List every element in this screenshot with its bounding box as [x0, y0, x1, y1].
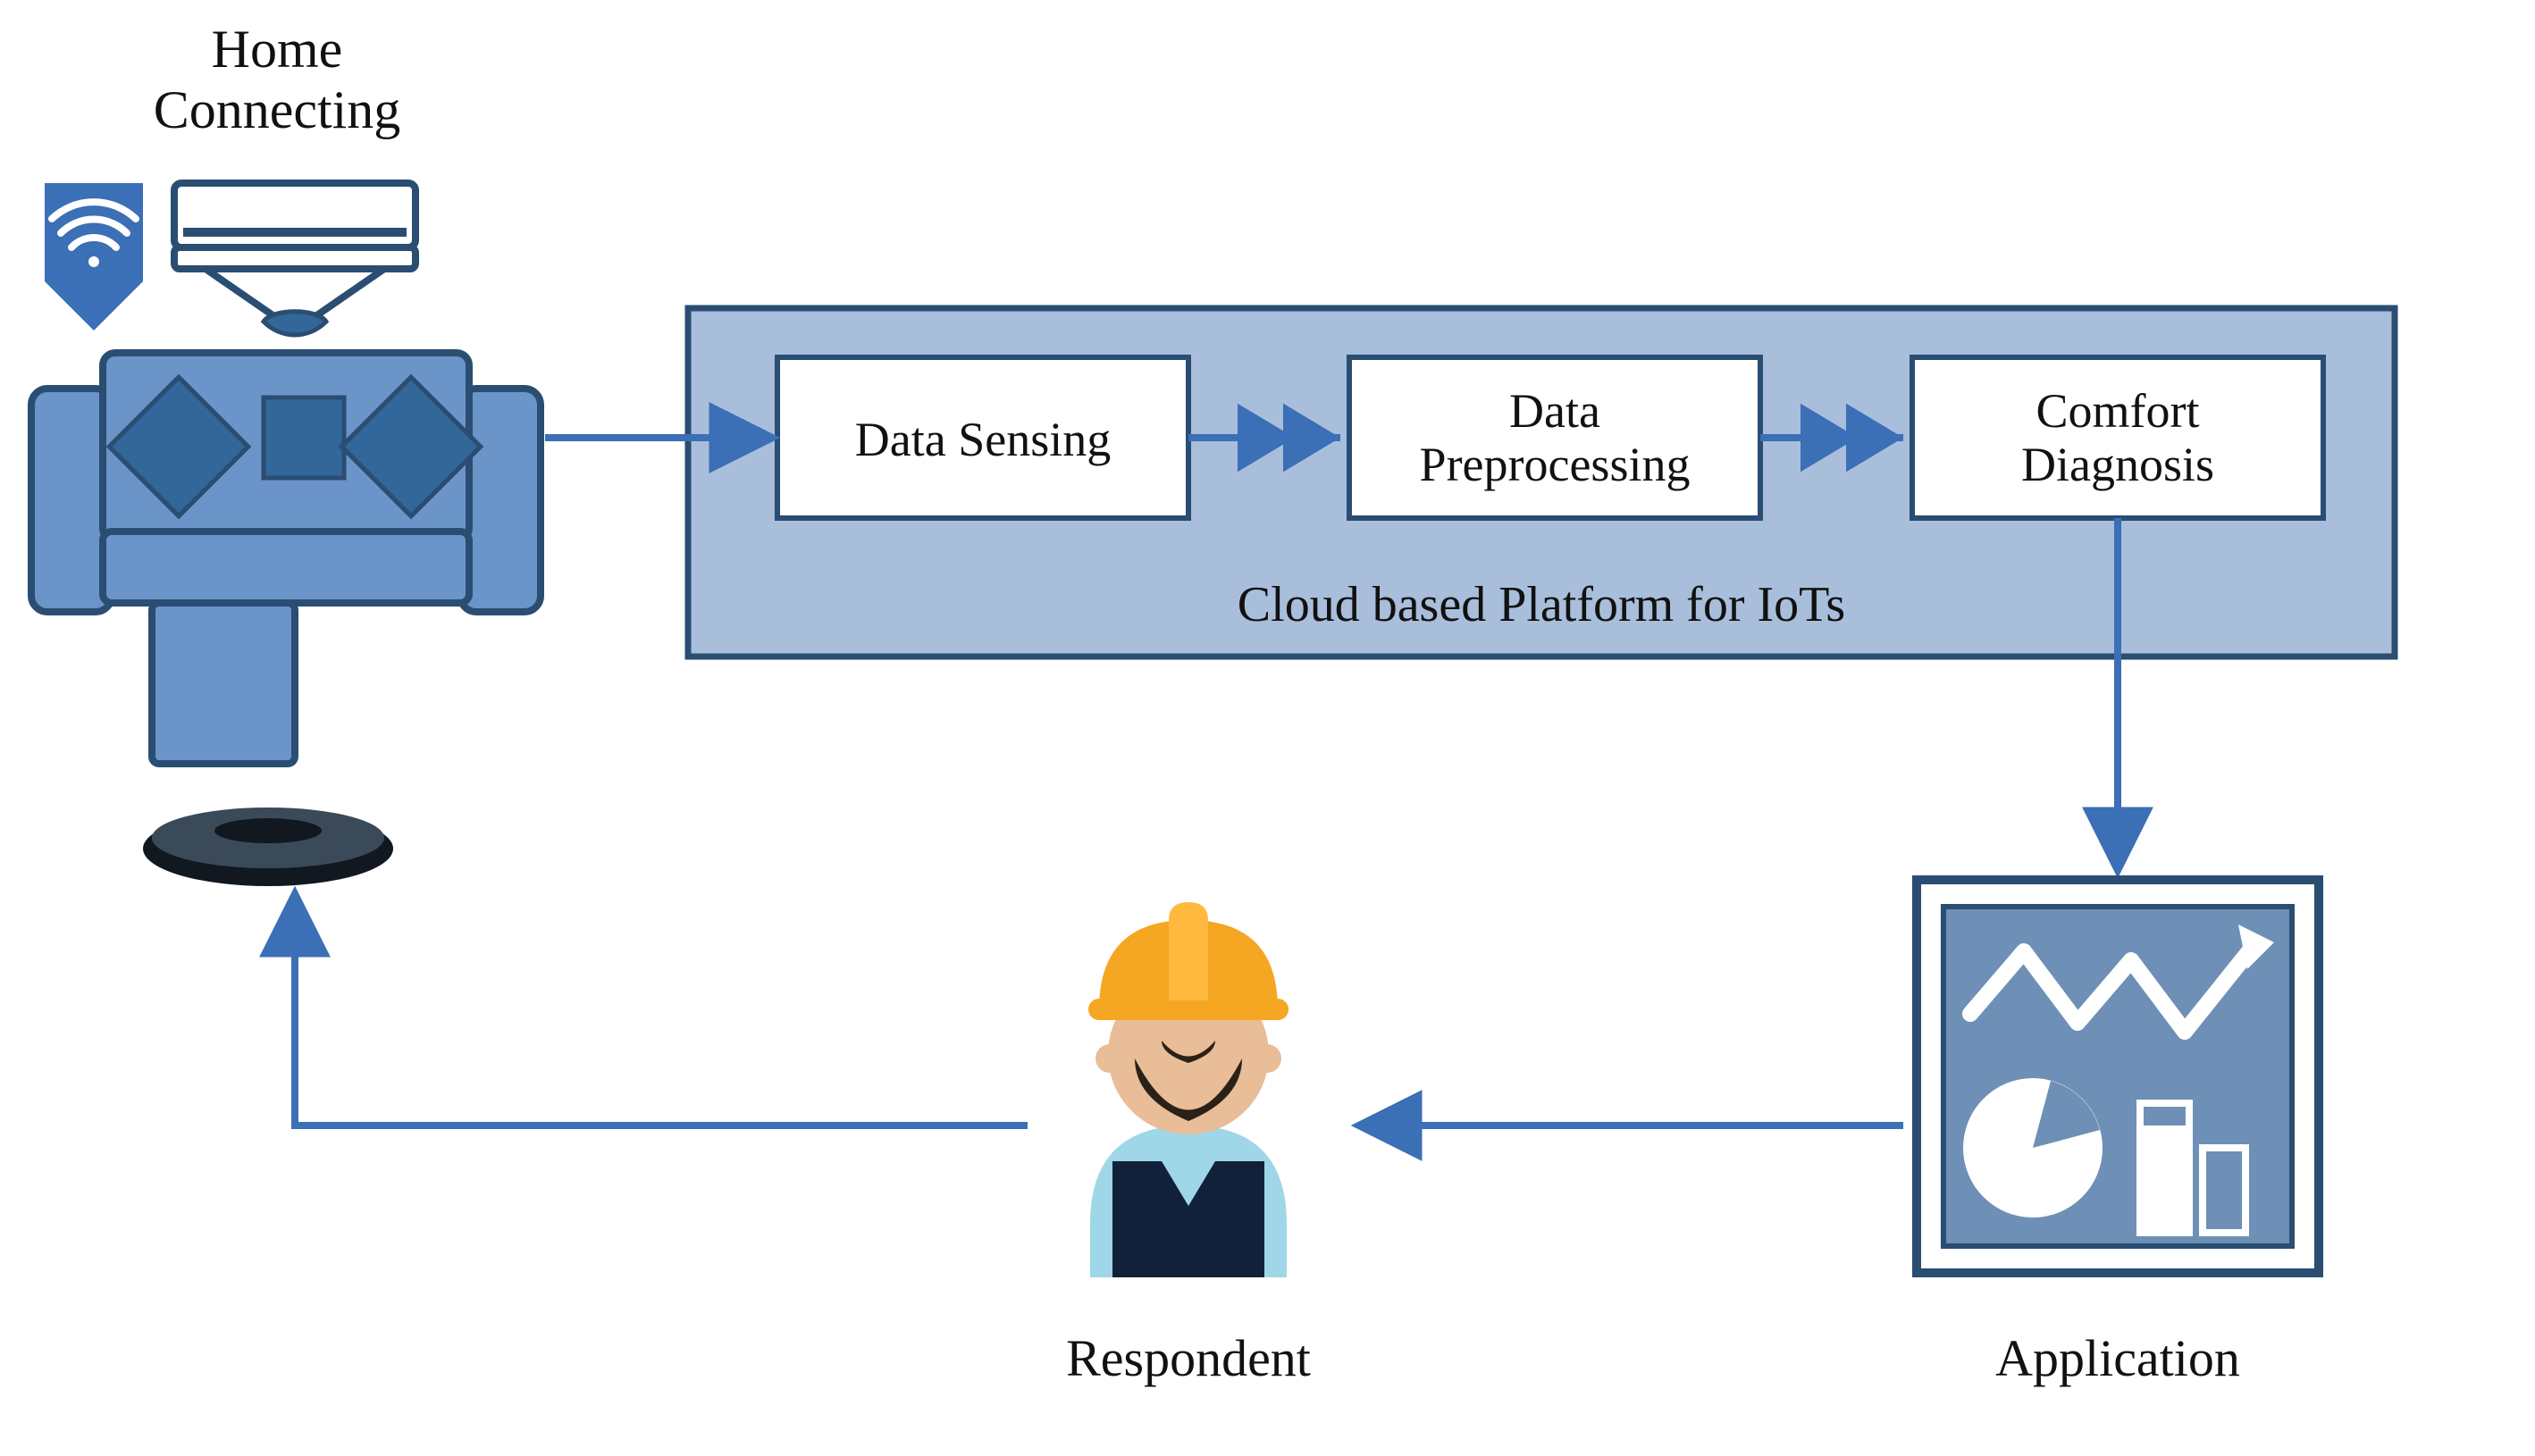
application-label: Application: [1995, 1329, 2240, 1387]
cloud-platform-panel: Cloud based Platform for IoTs Data Sensi…: [688, 308, 2395, 657]
wifi-icon: [45, 183, 143, 331]
air-conditioner-icon: [174, 183, 416, 335]
home-connecting-title: HomeConnecting: [154, 20, 401, 139]
data-sensing-box: Data Sensing: [777, 357, 1188, 518]
data-preprocessing-box: DataPreprocessing: [1349, 357, 1760, 518]
application-box: [1917, 880, 2319, 1273]
respondent-label: Respondent: [1066, 1329, 1311, 1387]
svg-text:Data Sensing: Data Sensing: [855, 413, 1111, 466]
arrow-respondent-to-home: [295, 898, 1028, 1125]
robot-vacuum-icon: [143, 807, 393, 886]
worker-person-icon: [1088, 902, 1288, 1277]
sofa-icon: [31, 353, 541, 764]
svg-text:HomeConnecting: HomeConnecting: [154, 20, 401, 139]
home-devices-cluster: [31, 183, 541, 886]
svg-text:ComfortDiagnosis: ComfortDiagnosis: [2021, 384, 2214, 491]
comfort-diagnosis-box: ComfortDiagnosis: [1912, 357, 2323, 518]
platform-title: Cloud based Platform for IoTs: [1238, 577, 1845, 632]
